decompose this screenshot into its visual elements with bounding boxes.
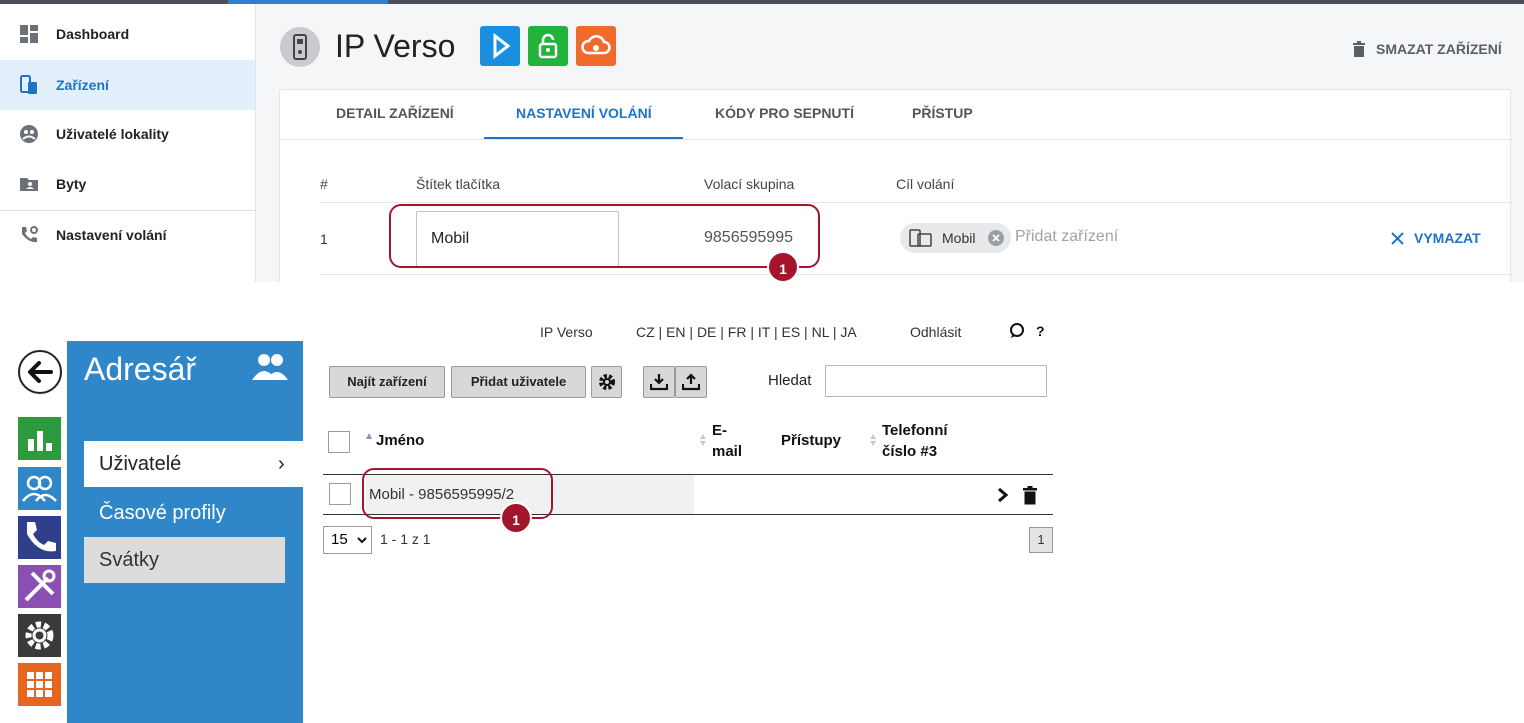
back-button[interactable] [18,350,62,394]
help-link[interactable]: ? [1036,323,1045,339]
add-user-button[interactable]: Přidat uživatele [451,366,586,398]
trash-icon [1353,41,1365,57]
folder-user-icon [20,178,38,191]
search-label: Hledat [768,372,812,389]
device-icon [909,229,932,247]
select-all-checkbox[interactable] [328,431,350,453]
my2n-panel: Dashboard Zařízení Uživatelé lokality By… [0,0,1524,282]
sidebar-item-label: Uživatelé lokality [56,126,169,142]
step-badge: 1 [767,251,799,282]
sidebar-item-site-users[interactable]: Uživatelé lokality [0,109,255,159]
directory-panel: Adresář Uživatelé › Časové profily Svátk… [67,341,303,723]
close-icon [1391,231,1404,245]
column-header-phone3[interactable]: Telefonní číslo #3 [882,420,948,462]
sort-asc-icon[interactable] [365,432,373,440]
module-settings-icon[interactable] [18,614,61,657]
gear-icon [598,374,615,390]
column-header-email[interactable]: E- mail [712,420,742,462]
add-device-input[interactable]: Přidat zařízení [1015,228,1118,246]
export-button[interactable] [675,366,707,398]
tab-call-settings[interactable]: NASTAVENÍ VOLÁNÍ [516,105,652,121]
pagination-range: 1 - 1 z 1 [380,531,431,547]
module-status-icon[interactable] [18,417,61,460]
module-phone-icon[interactable] [18,516,61,559]
column-header-call-group: Volací skupina [704,176,795,192]
tab-switch-codes[interactable]: KÓDY PRO SEPNUTÍ [715,105,854,121]
remove-chip-icon[interactable] [987,229,1005,247]
column-header-call-target: Cíl volání [896,176,955,192]
import-button[interactable] [643,366,675,398]
row-index: 1 [320,231,328,247]
logout-link[interactable]: Odhlásit [910,324,961,340]
sort-icon[interactable] [869,433,877,447]
users-icon [20,125,38,143]
delete-row-label: VYMAZAT [1414,230,1481,246]
sidebar-item-label: Nastavení volání [56,227,167,243]
page-size-select[interactable]: 15 [323,526,372,554]
sort-icon[interactable] [699,433,707,447]
tab-device-detail[interactable]: DETAIL ZAŘÍZENÍ [336,105,454,121]
page-size-value: 15 [331,531,348,548]
module-apps-icon[interactable] [18,663,61,706]
sidebar-item-label: Byty [56,176,87,192]
page-button[interactable]: 1 [1029,527,1053,553]
intercom-web-panel: IP Verso CZ | EN | DE | FR | IT | ES | N… [0,282,1524,723]
row-checkbox[interactable] [329,483,351,505]
delete-row-button[interactable]: VYMAZAT [1391,230,1481,246]
lock-service-icon[interactable] [528,26,568,66]
device-icon [20,75,37,94]
sidebar-item-call-settings[interactable]: Nastavení volání [0,210,255,260]
column-header-index: # [320,176,328,192]
tab-divider [280,139,1512,140]
users-icon [252,354,288,380]
device-link[interactable]: IP Verso [540,324,593,340]
device-title: IP Verso [335,28,456,64]
sidebar-item-apartments[interactable]: Byty [0,159,255,209]
step-badge: 1 [500,502,532,534]
submenu-item-users[interactable]: Uživatelé › [84,441,303,487]
sidebar-item-dashboard[interactable]: Dashboard [0,9,255,59]
find-device-button[interactable]: Najít zařízení [329,366,445,398]
chip-label: Mobil [942,230,976,246]
submenu-item-label: Uživatelé [99,453,182,475]
submenu-item-time-profiles[interactable]: Časové profily [84,490,303,536]
trash-icon[interactable] [1022,486,1038,505]
language-switcher[interactable]: CZ | EN | DE | FR | IT | ES | NL | JA [636,324,857,340]
highlight-frame [389,204,820,268]
upload-icon [681,373,701,391]
mobile-video-service-icon[interactable] [480,26,520,66]
page-title: Adresář [84,351,197,387]
sidebar-item-label: Dashboard [56,26,130,42]
download-icon [649,374,669,391]
column-header-access[interactable]: Přístupy [781,430,841,451]
device-avatar-icon [280,27,320,67]
sidebar-item-label: Zařízení [56,77,109,93]
tab-access[interactable]: PŘÍSTUP [912,105,973,121]
active-tab-indicator [484,137,683,139]
sidebar-item-devices[interactable]: Zařízení [0,60,255,110]
submenu-item-holidays[interactable]: Svátky [84,537,285,583]
search-input[interactable] [825,365,1047,397]
arrow-left-icon [28,361,53,383]
sidebar: Dashboard Zařízení Uživatelé lokality By… [0,4,256,282]
module-hardware-icon[interactable] [18,565,61,608]
chevron-right-icon[interactable] [997,487,1009,503]
cloud-service-icon[interactable] [576,26,616,66]
chevron-right-icon: › [278,453,285,475]
phone-gear-icon [22,226,38,243]
table-header-divider [320,202,1512,203]
chat-icon[interactable] [1009,323,1025,339]
delete-device-label: SMAZAT ZAŘÍZENÍ [1376,41,1502,57]
delete-device-button[interactable]: SMAZAT ZAŘÍZENÍ [1352,41,1502,57]
chevron-down-icon [357,537,367,544]
call-target-chip: Mobil [900,223,1011,253]
module-directory-icon[interactable] [18,467,61,510]
column-header-button-label: Štítek tlačítka [416,176,501,192]
dashboard-icon [20,25,38,43]
column-header-name[interactable]: Jméno [376,430,424,451]
table-row-divider [320,274,1512,275]
settings-button[interactable] [591,366,622,398]
